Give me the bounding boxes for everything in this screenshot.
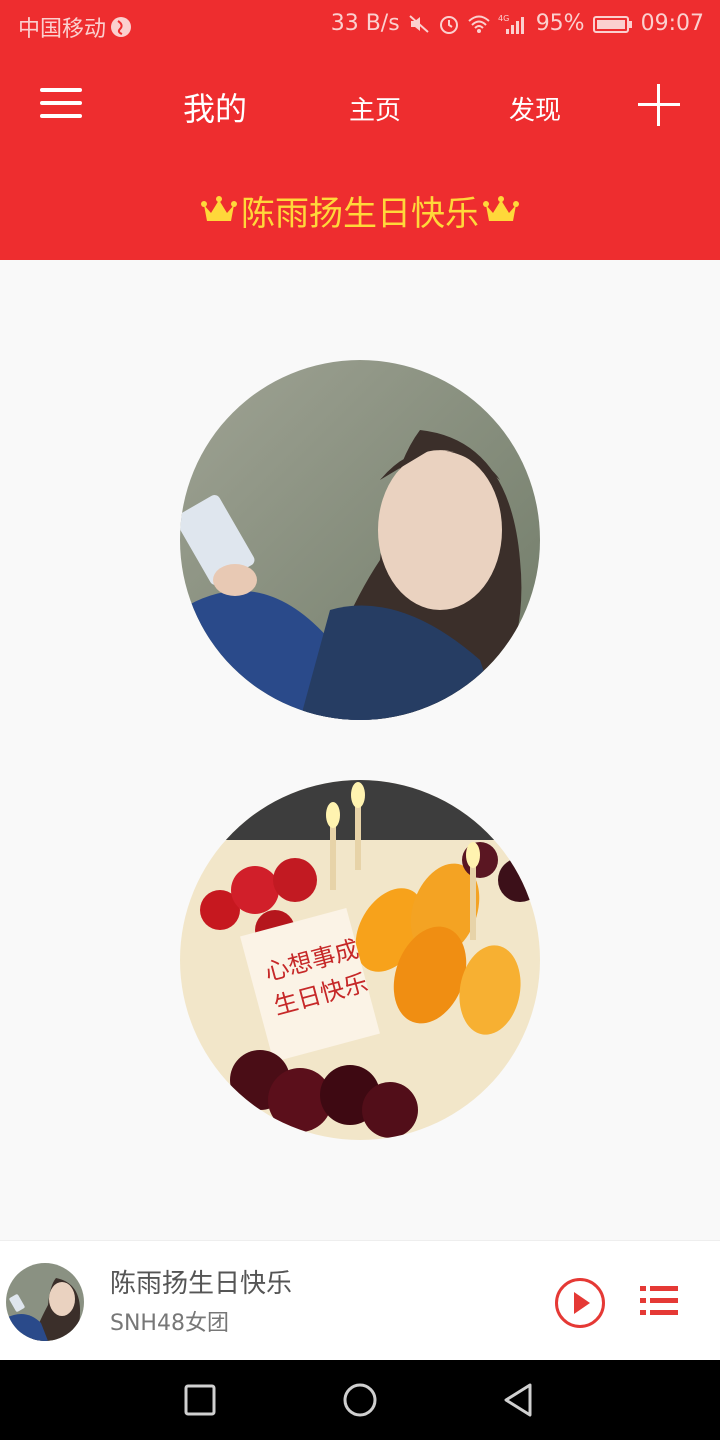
mini-player: 陈雨扬生日快乐 SNH48女团 bbox=[0, 1240, 720, 1360]
app-bar: 我的 主页 发现 bbox=[0, 50, 720, 160]
network-type: 4G bbox=[498, 14, 509, 23]
alarm-icon bbox=[439, 15, 458, 34]
song-title: 陈雨扬生日快乐 bbox=[110, 1269, 293, 1299]
player-cover[interactable] bbox=[6, 1263, 84, 1341]
carrier-label: 中国移动 bbox=[18, 17, 107, 42]
recent-apps-icon[interactable] bbox=[182, 1382, 218, 1418]
carrier-logo-icon bbox=[111, 17, 132, 37]
banner: 陈雨扬生日快乐 bbox=[0, 160, 720, 260]
system-nav-bar bbox=[0, 1360, 720, 1440]
mute-icon bbox=[409, 14, 429, 33]
home-icon[interactable] bbox=[342, 1382, 378, 1418]
cake-photo[interactable]: 心想事成 生日快乐 bbox=[180, 780, 540, 1140]
net-speed: 33 B/s bbox=[330, 11, 400, 36]
add-icon[interactable] bbox=[638, 84, 680, 126]
signal-icon: 4G bbox=[498, 14, 524, 34]
song-artist: SNH48女团 bbox=[110, 1311, 229, 1336]
banner-title: 陈雨扬生日快乐 bbox=[241, 193, 479, 234]
tab-discover[interactable]: 发现 bbox=[495, 90, 575, 127]
tab-mine[interactable]: 我的 bbox=[170, 84, 260, 130]
crown-icon bbox=[201, 196, 237, 221]
clock: 09:07 bbox=[640, 11, 704, 36]
play-icon[interactable] bbox=[554, 1277, 606, 1329]
content-area: 心想事成 生日快乐 bbox=[0, 260, 720, 1240]
status-bar: 中国移动 33 B/s 4G 95% 09:07 bbox=[0, 0, 720, 50]
profile-photo[interactable] bbox=[180, 360, 540, 720]
tab-home[interactable]: 主页 bbox=[335, 90, 415, 127]
playlist-icon[interactable] bbox=[640, 1281, 680, 1321]
battery-icon bbox=[592, 15, 632, 33]
wifi-icon bbox=[468, 15, 490, 33]
crown-icon bbox=[483, 196, 519, 221]
back-icon[interactable] bbox=[500, 1382, 536, 1418]
menu-icon[interactable] bbox=[40, 88, 82, 120]
battery-percent: 95% bbox=[535, 11, 585, 36]
